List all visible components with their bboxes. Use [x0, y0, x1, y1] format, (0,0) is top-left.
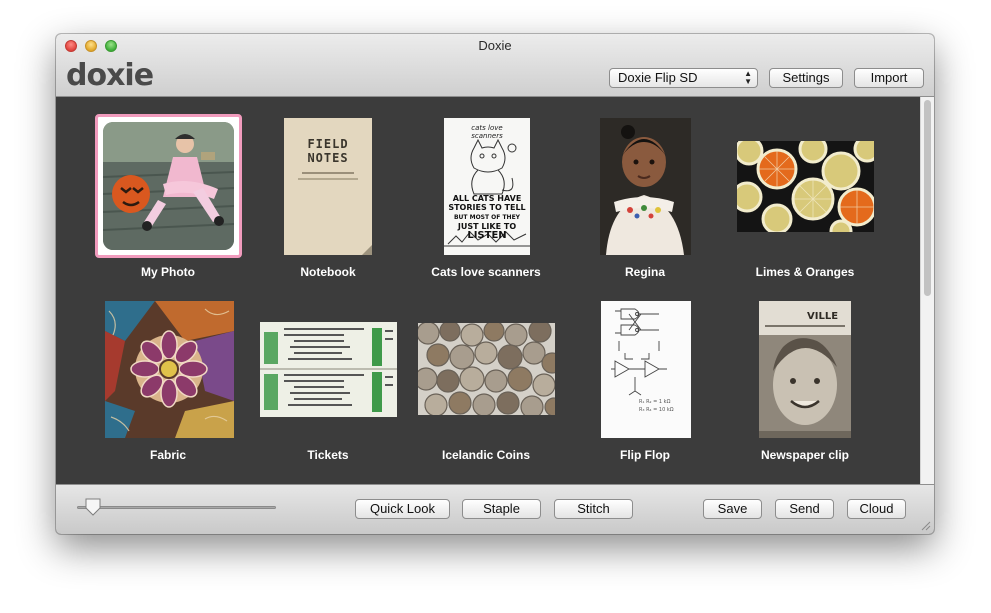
zoom-slider-knob[interactable]: [84, 498, 102, 516]
photo-child-thumbnail: [600, 118, 691, 255]
import-button[interactable]: Import: [854, 68, 924, 88]
cats-text-line-4: STORIES TO TELL: [448, 203, 526, 212]
quick-look-button[interactable]: Quick Look: [355, 499, 450, 519]
doxie-logo: doxie: [66, 58, 154, 93]
ticket-stubs-thumbnail: [260, 322, 397, 417]
notebook-title-line-1: FIELD: [307, 137, 349, 151]
save-button[interactable]: Save: [703, 499, 762, 519]
svg-text:R₃ R₄ = 10 kΩ: R₃ R₄ = 10 kΩ: [639, 407, 674, 413]
cat-drawing-thumbnail: cats love scanners ALL CATS HAVE STORIES…: [444, 118, 530, 255]
scan-item-label: Regina: [624, 265, 665, 279]
send-button[interactable]: Send: [775, 499, 834, 519]
scan-item-label: Icelandic Coins: [441, 448, 531, 462]
svg-text:R₁ R₂ = 1 kΩ: R₁ R₂ = 1 kΩ: [639, 399, 671, 405]
scrollbar-thumb[interactable]: [924, 100, 931, 296]
updown-arrows-icon: ▲ ▼: [744, 69, 752, 86]
newspaper-photo-thumbnail: VILLE: [759, 301, 851, 438]
settings-button[interactable]: Settings: [769, 68, 843, 88]
scan-grid: My Photo FIELD NOTES Notebook cats love …: [56, 97, 920, 484]
vertical-scrollbar[interactable]: [920, 97, 934, 484]
circuit-sketch-thumbnail: R₁ R₂ = 1 kΩ R₃ R₄ = 10 kΩ: [601, 301, 691, 438]
photo-girl-pumpkin-thumbnail: [103, 122, 234, 250]
cloud-button[interactable]: Cloud: [847, 499, 906, 519]
scan-item-label: Fabric: [149, 448, 186, 462]
notebook-title-line-2: NOTES: [307, 151, 349, 165]
device-select[interactable]: Doxie Flip SD ▲ ▼: [609, 68, 758, 88]
zoom-slider-track[interactable]: [77, 506, 276, 509]
cats-text-line-7: LISTEN: [467, 230, 507, 241]
newspaper-headline: VILLE: [807, 311, 839, 322]
scan-item-label: Cats love scanners: [431, 265, 541, 279]
doxie-window: Doxie doxie Doxie Flip SD ▲ ▼ Settings Im…: [56, 34, 934, 534]
scan-item-label: Newspaper clip: [760, 448, 850, 462]
bottom-toolbar: Quick Look Staple Stitch Save Send Cloud: [56, 484, 934, 534]
resize-grip-icon[interactable]: [919, 519, 931, 531]
scan-item-label: Limes & Oranges: [755, 265, 855, 279]
scan-item-label: Tickets: [307, 448, 349, 462]
staple-button[interactable]: Staple: [462, 499, 541, 519]
field-notes-notebook-thumbnail: FIELD NOTES: [284, 118, 372, 255]
citrus-slices-thumbnail: [737, 141, 874, 232]
scan-item-label: My Photo: [141, 265, 195, 279]
device-select-value: Doxie Flip SD: [618, 70, 698, 85]
cats-text-line-5: BUT MOST OF THEY: [453, 214, 521, 221]
scan-item-label: Notebook: [300, 265, 356, 279]
coins-thumbnail: [418, 323, 555, 415]
stitch-button[interactable]: Stitch: [554, 499, 633, 519]
window-title: Doxie: [478, 38, 512, 53]
cats-text-line-3: ALL CATS HAVE: [452, 194, 522, 203]
scan-item-label: Flip Flop: [620, 448, 670, 462]
fabric-pattern-thumbnail: [105, 301, 234, 438]
title-bar: Doxie doxie Doxie Flip SD ▲ ▼ Settings Im…: [56, 34, 934, 97]
